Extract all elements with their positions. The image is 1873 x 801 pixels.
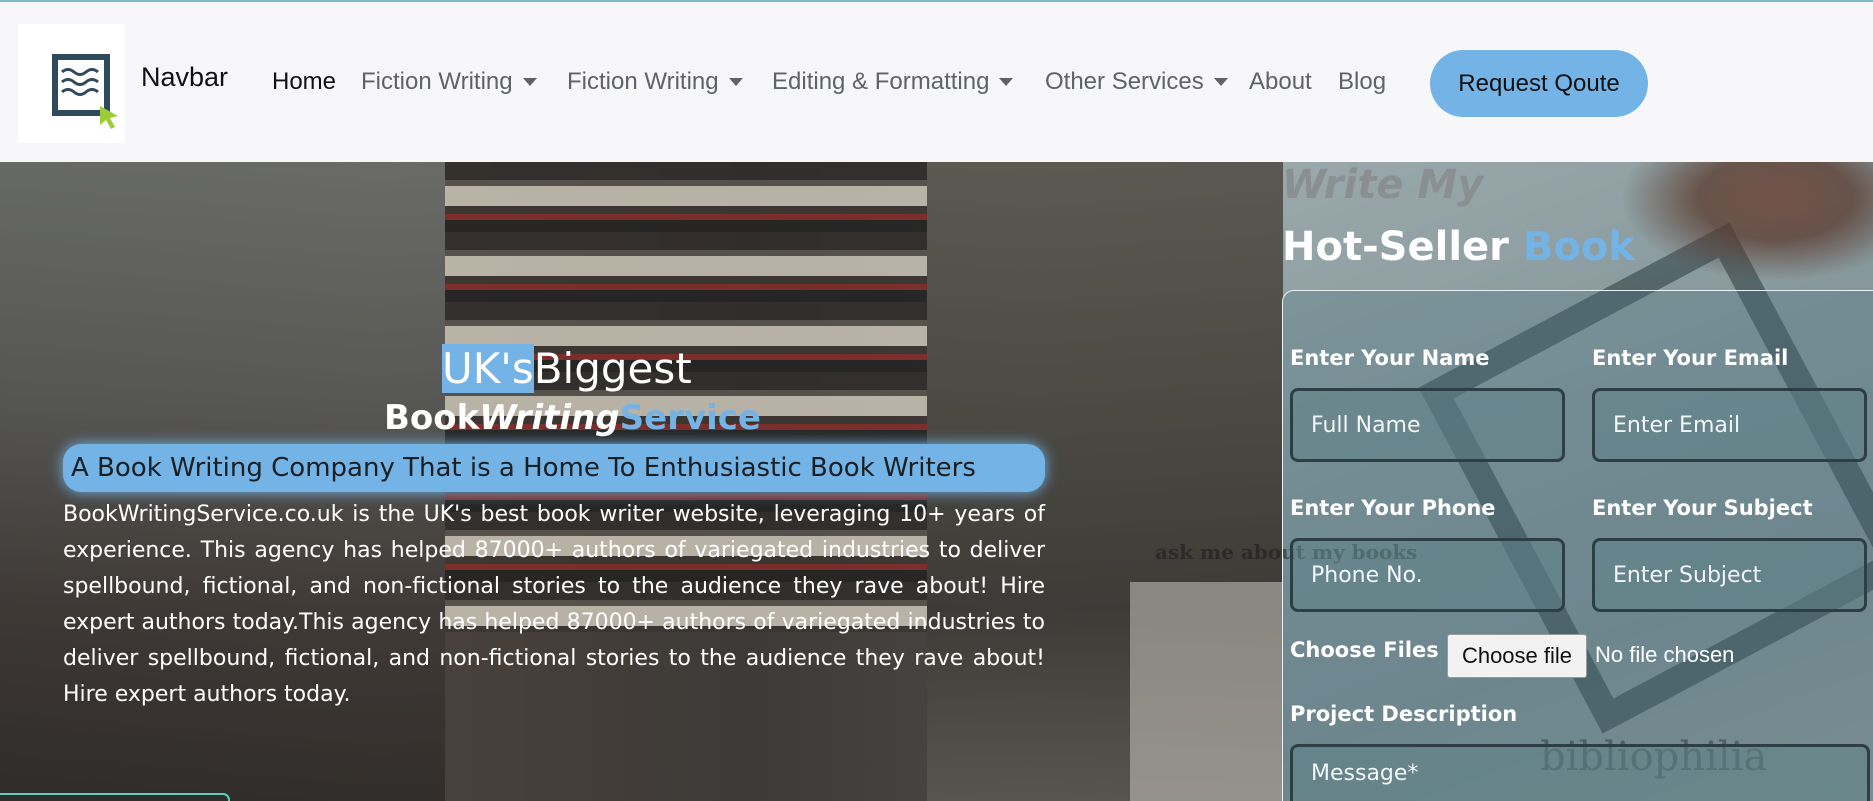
phone-input[interactable]	[1290, 538, 1565, 612]
caret-down-icon	[999, 78, 1014, 86]
files-label: Choose Files	[1290, 638, 1439, 662]
hero-title: UK'sBiggest	[442, 344, 692, 393]
caret-down-icon	[728, 78, 743, 86]
nav-label: Blog	[1338, 68, 1387, 95]
message-textarea[interactable]	[1290, 744, 1870, 801]
hero-tagline: A Book Writing Company That is a Home To…	[63, 444, 1045, 492]
file-status: No file chosen	[1595, 642, 1735, 667]
subject-label: Enter Your Subject	[1592, 496, 1813, 520]
hero-subtitle-service: Service	[619, 398, 761, 438]
nav-label: Home	[272, 68, 337, 95]
hero-subtitle: BookWritingService	[384, 398, 761, 438]
nav-fiction-writing-2[interactable]: Fiction Writing	[567, 68, 743, 96]
nav-label: Editing & Formatting	[772, 68, 990, 95]
nav-editing-formatting[interactable]: Editing & Formatting	[772, 68, 1014, 96]
form-heading-blue: Book	[1522, 224, 1635, 270]
background-leaf-image	[1620, 162, 1873, 282]
document-cursor-icon	[52, 54, 118, 129]
nav-label: Fiction Writing	[567, 68, 719, 95]
hero-subtitle-book: Book	[384, 398, 480, 438]
bottom-scroll-tab[interactable]	[0, 793, 230, 801]
nav-label: About	[1249, 68, 1312, 95]
brand-name[interactable]: Navbar	[141, 62, 228, 93]
hero-title-highlight: UK's	[442, 344, 534, 393]
nav-other-services[interactable]: Other Services	[1045, 68, 1228, 96]
hero-section: ask me about my books bibliophilia UK'sB…	[0, 162, 1873, 801]
nav-label: Other Services	[1045, 68, 1204, 95]
subject-input[interactable]	[1592, 538, 1867, 612]
description-label: Project Description	[1290, 702, 1518, 726]
phone-label: Enter Your Phone	[1290, 496, 1496, 520]
hero-title-rest: Biggest	[533, 344, 692, 393]
nav-about[interactable]: About	[1249, 68, 1312, 96]
navbar: Navbar Home Fiction Writing Fiction Writ…	[0, 2, 1873, 162]
logo[interactable]	[18, 24, 125, 143]
nav-label: Fiction Writing	[361, 68, 513, 95]
hero-subtitle-writing: Writing	[479, 398, 620, 438]
hero-description: BookWritingService.co.uk is the UK's bes…	[63, 502, 1045, 707]
email-input[interactable]	[1592, 388, 1867, 462]
name-label: Enter Your Name	[1290, 346, 1490, 370]
email-label: Enter Your Email	[1592, 346, 1789, 370]
form-heading-line2: Hot-Seller Book	[1282, 224, 1635, 270]
caret-down-icon	[1213, 78, 1228, 86]
nav-home[interactable]: Home	[272, 68, 336, 96]
form-heading-white: Hot-Seller	[1282, 224, 1523, 270]
request-quote-button[interactable]: Request Qoute	[1430, 50, 1648, 117]
form-heading-line1: Write My	[1282, 162, 1484, 208]
nav-blog[interactable]: Blog	[1338, 68, 1386, 96]
name-input[interactable]	[1290, 388, 1565, 462]
caret-down-icon	[522, 78, 537, 86]
choose-file-button[interactable]: Choose file	[1447, 634, 1587, 678]
nav-fiction-writing-1[interactable]: Fiction Writing	[361, 68, 537, 96]
